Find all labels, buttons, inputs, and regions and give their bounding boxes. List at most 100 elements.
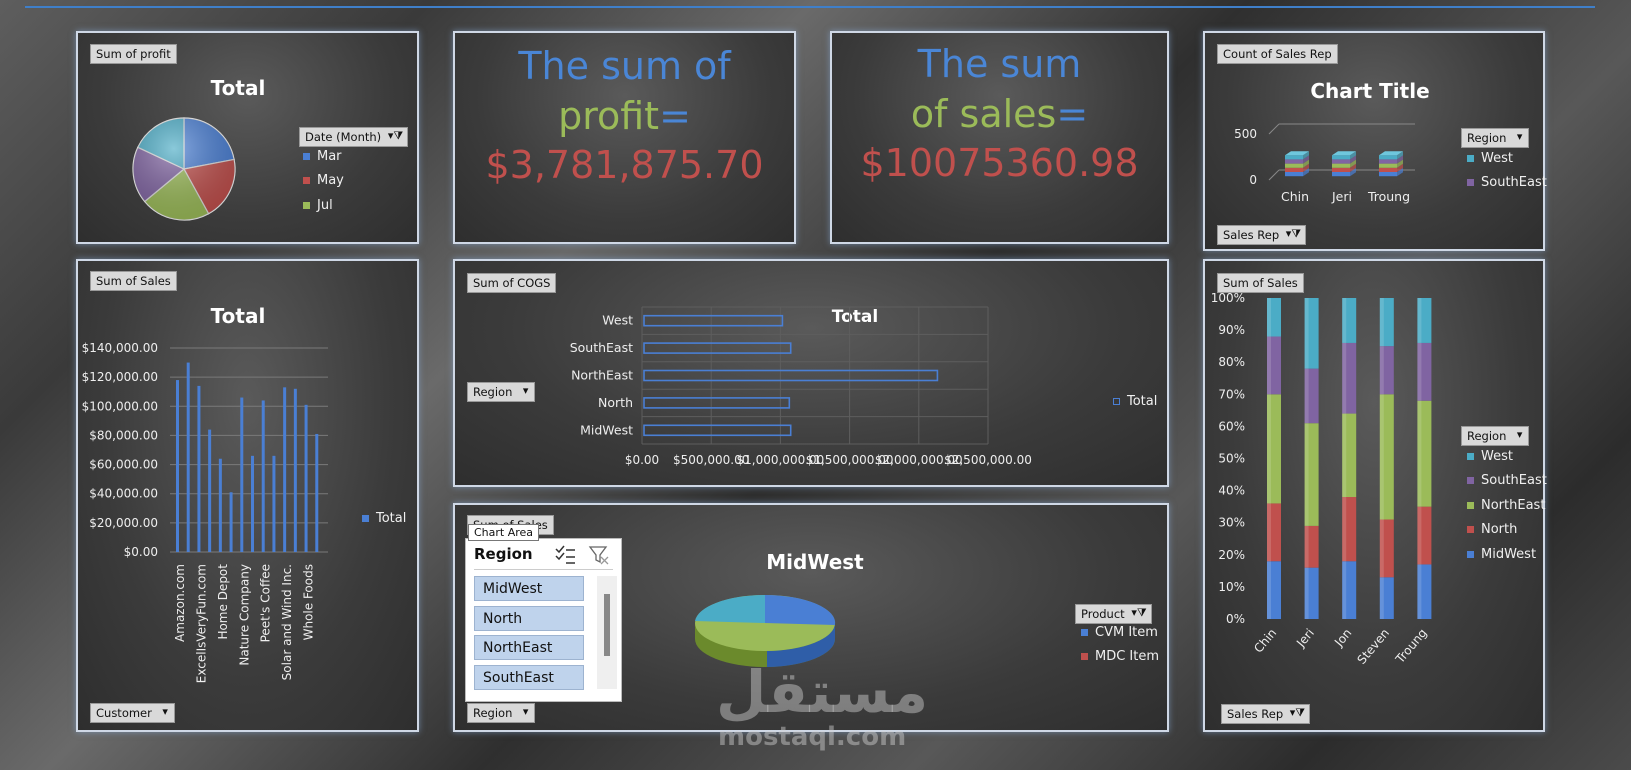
- legend-item: Mar: [303, 144, 344, 169]
- y-tick-label: 60%: [1218, 419, 1245, 433]
- gridline: [1268, 169, 1280, 181]
- slicer-item-northeast[interactable]: NorthEast: [474, 635, 584, 660]
- bar-highlight: [1417, 342, 1422, 401]
- legend-label: Total: [376, 510, 407, 526]
- kpi-profit-line1: The sum of: [518, 44, 731, 88]
- sales-rep-filter[interactable]: Sales Rep: [1217, 225, 1307, 245]
- bar-highlight: [1379, 577, 1384, 619]
- bar: [240, 397, 244, 552]
- x-tick-label: $2,500,000.00: [944, 453, 1032, 467]
- region-filter[interactable]: Region: [467, 382, 536, 402]
- product-legend: CVM Item MDC Item: [1081, 620, 1159, 669]
- x-tick-label: Nature Company: [237, 564, 251, 666]
- bar-highlight: [1379, 298, 1384, 347]
- slicer-scrollbar-thumb[interactable]: [604, 594, 610, 656]
- bar: [643, 369, 939, 382]
- y-tick-label: 70%: [1218, 387, 1245, 401]
- kpi-profit-equals: =: [659, 94, 691, 138]
- legend-swatch: [1081, 628, 1088, 636]
- bar-highlight: [1267, 394, 1271, 504]
- kpi-sales-value: $10075360.98: [860, 141, 1139, 185]
- clear-filter-icon[interactable]: [588, 545, 610, 565]
- legend-item: MDC Item: [1081, 645, 1159, 670]
- legend-label: SouthEast: [1481, 473, 1547, 489]
- y-tick-label: 90%: [1218, 323, 1245, 337]
- kpi-profit-line2: profit=: [455, 94, 794, 138]
- y-tick-label: 80%: [1218, 355, 1245, 369]
- legend-swatch: [303, 152, 310, 160]
- y-tick-label: North: [598, 395, 633, 410]
- bar-segment: [1379, 172, 1397, 177]
- profit-pie-panel[interactable]: Sum of profit Total Date (Month) MarMayJ…: [76, 31, 419, 244]
- bar-segment: [1285, 163, 1303, 168]
- pie-gloss: [133, 118, 235, 220]
- slicer-item-southeast[interactable]: SouthEast: [474, 665, 584, 690]
- slicer-divider: [474, 569, 613, 570]
- bar-segment: [1285, 172, 1303, 177]
- sales-rep-filter[interactable]: Sales Rep: [1221, 704, 1311, 724]
- legend-label: CVM Item: [1095, 624, 1158, 640]
- y-tick-label: West: [602, 313, 633, 328]
- cogs-bar-chart[interactable]: $0.00 $500,000.00$1,000,000.00$1,500,000.…: [455, 261, 1171, 489]
- bar-highlight: [1379, 394, 1384, 520]
- region-filter[interactable]: Region: [467, 703, 536, 723]
- legend-label: MDC Item: [1095, 649, 1160, 665]
- legend-label: West: [1481, 150, 1513, 166]
- y-tick-label: 10%: [1218, 580, 1245, 594]
- bar-highlight: [1267, 298, 1271, 337]
- region-legend: West SouthEast NorthEast North MidWest: [1467, 444, 1547, 567]
- legend-label: NorthEast: [1481, 497, 1546, 513]
- customer-filter[interactable]: Customer: [90, 703, 175, 723]
- bar-highlight: [1304, 525, 1309, 568]
- legend-item: NorthEast: [1467, 493, 1547, 518]
- bar-highlight: [1342, 342, 1347, 414]
- sales-rep-count-panel[interactable]: Count of Sales Rep Chart Title 500 0 Chin J…: [1203, 31, 1547, 251]
- bar-highlight: [1417, 506, 1422, 565]
- bar: [197, 385, 201, 552]
- bar-segment: [1332, 163, 1350, 168]
- kpi-profit-panel: The sum of profit= $3,781,875.70: [453, 31, 796, 244]
- region-slicer[interactable]: Region MidWest North NorthEast SouthEast: [465, 538, 622, 702]
- region-filter[interactable]: Region: [1461, 426, 1530, 446]
- bar-highlight: [1304, 567, 1309, 619]
- bar-segment: [1379, 155, 1397, 160]
- legend-label: North: [1481, 522, 1518, 538]
- top-accent-line: [25, 6, 1595, 8]
- legend-label: Total: [1127, 393, 1158, 409]
- kpi-sales-equals: =: [1056, 92, 1089, 136]
- y-tick-label: NorthEast: [571, 368, 633, 383]
- bar-segment: [1379, 159, 1397, 164]
- bar-segment: [1332, 167, 1350, 172]
- cogs-panel[interactable]: Sum of COGS Total $0.00 $500,000.00 $1,000…: [453, 259, 1169, 487]
- x-tick-label: Chin: [1251, 626, 1279, 656]
- slicer-item-north[interactable]: North: [474, 606, 584, 631]
- x-tick-label: Whole Foods: [302, 564, 316, 640]
- multi-select-icon[interactable]: [554, 545, 576, 565]
- y-tick-label: 20%: [1218, 548, 1245, 562]
- sales-by-customer-chart[interactable]: $0.00 $20,000.00 $40,000.00 $60,000.00 $80,0…: [78, 261, 421, 734]
- stacked-sales-panel[interactable]: Sum of Sales 0% 10% 20% 30% 40% 50% 60% 70% 80% 9…: [1203, 259, 1547, 732]
- bar-segment: [1332, 172, 1350, 177]
- region-filter[interactable]: Region: [1461, 128, 1530, 148]
- legend-swatch: [1467, 550, 1474, 558]
- cogs-legend: Total: [1113, 393, 1157, 409]
- legend-swatch: [303, 177, 310, 185]
- y-tick-label: MidWest: [580, 422, 633, 437]
- legend-item: West: [1467, 146, 1547, 171]
- watermark-logo: مستقل: [716, 658, 929, 726]
- bar-highlight: [1304, 298, 1309, 369]
- x-tick-label: Peet's Coffee: [259, 564, 273, 642]
- legend-swatch: [1467, 477, 1474, 485]
- y-tick-label: $80,000.00: [89, 428, 158, 442]
- x-tick-label: Jon: [1331, 626, 1354, 650]
- legend-swatch: [303, 201, 310, 209]
- x-tick-label: Jeri: [1331, 189, 1352, 204]
- bar: [304, 404, 308, 552]
- bar: [643, 342, 792, 354]
- bar-segment: [1379, 167, 1397, 172]
- slicer-item-midwest[interactable]: MidWest: [474, 576, 584, 601]
- y-tick-label: 0: [1249, 173, 1257, 187]
- sales-by-customer-panel[interactable]: Sum of Sales Total $0.00 $20,000.00 $40,00…: [76, 259, 419, 732]
- legend-swatch: [362, 514, 369, 522]
- x-tick-label: Steven: [1355, 626, 1393, 667]
